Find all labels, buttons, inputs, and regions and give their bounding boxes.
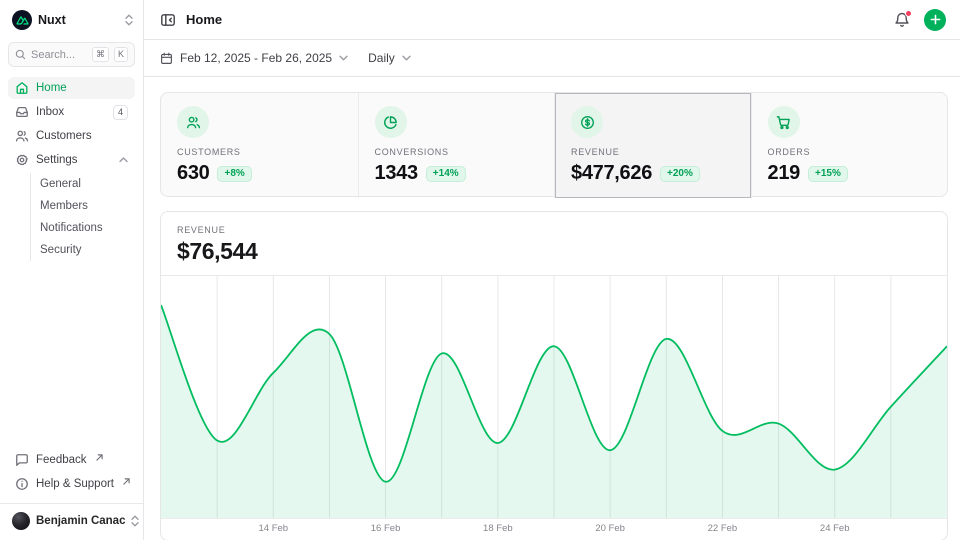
calendar-icon — [160, 52, 173, 65]
dollar-circle-icon — [580, 115, 595, 130]
sidebar-item-notifications[interactable]: Notifications — [31, 217, 135, 239]
period-select[interactable]: Daily — [368, 51, 411, 65]
stat-delta-badge: +20% — [660, 166, 700, 182]
sidebar-footer-links: Feedback Help & Support — [0, 447, 143, 503]
stat-card-customers[interactable]: CUSTOMERS 630 +8% — [161, 93, 358, 198]
sidebar-subitem-label: Members — [40, 200, 88, 212]
external-link-icon — [123, 478, 130, 485]
add-button[interactable] — [924, 9, 946, 31]
stat-value: 219 — [768, 162, 800, 185]
chevron-up-icon — [119, 157, 128, 163]
date-range-picker[interactable]: Feb 12, 2025 - Feb 26, 2025 — [160, 51, 348, 65]
stat-card-conversions[interactable]: CONVERSIONS 1343 +14% — [358, 93, 555, 198]
user-name: Benjamin Canac — [36, 515, 125, 527]
revenue-area-chart[interactable] — [161, 275, 947, 519]
kbd-meta: ⌘ — [92, 47, 109, 62]
inbox-icon — [15, 105, 29, 119]
stat-label: REVENUE — [571, 147, 735, 157]
sidebar-item-home[interactable]: Home — [8, 77, 135, 99]
help-support-link[interactable]: Help & Support — [8, 473, 135, 495]
sidebar-item-inbox[interactable]: Inbox 4 — [8, 101, 135, 123]
help-icon — [15, 477, 29, 491]
page-content: CUSTOMERS 630 +8% CONVERSIONS 1343 +14% — [144, 77, 960, 540]
period-value: Daily — [368, 51, 395, 65]
search-icon — [15, 49, 26, 60]
external-link-icon — [96, 454, 103, 461]
main-area: Home Feb 12, 2025 - Feb 26, 2025 Daily — [144, 0, 960, 540]
chart-svg — [161, 276, 947, 518]
settings-icon — [15, 153, 29, 167]
revenue-chart-card: REVENUE $76,544 14 Feb 16 Feb 18 Feb 20 Feb… — [160, 211, 948, 540]
kbd-k: K — [114, 47, 128, 62]
search-placeholder: Search... — [31, 49, 87, 61]
inbox-count-badge: 4 — [113, 105, 128, 120]
notification-dot — [905, 10, 912, 17]
chevron-up-down-icon — [125, 14, 133, 26]
user-menu[interactable]: Benjamin Canac — [0, 503, 143, 540]
sidebar-item-customers[interactable]: Customers — [8, 125, 135, 147]
page-header: Home — [144, 0, 960, 40]
sidebar-toggle-icon[interactable] — [160, 12, 176, 28]
sidebar-subitem-label: General — [40, 178, 81, 190]
date-range-value: Feb 12, 2025 - Feb 26, 2025 — [180, 51, 332, 65]
page-title: Home — [186, 12, 222, 27]
stat-delta-badge: +8% — [217, 166, 251, 182]
stat-label: CUSTOMERS — [177, 147, 342, 157]
sidebar-item-members[interactable]: Members — [31, 195, 135, 217]
chevron-down-icon — [339, 55, 348, 61]
sidebar-item-settings[interactable]: Settings — [8, 149, 135, 171]
sidebar-item-label: Home — [36, 82, 67, 94]
feedback-icon — [15, 453, 29, 467]
sidebar-item-general[interactable]: General — [31, 173, 135, 195]
chart-metric-label: REVENUE — [177, 225, 931, 235]
stat-card-revenue[interactable]: REVENUE $477,626 +20% — [554, 93, 751, 198]
plus-icon — [930, 14, 941, 25]
stat-value: 1343 — [375, 162, 418, 185]
stats-row: CUSTOMERS 630 +8% CONVERSIONS 1343 +14% — [160, 92, 948, 197]
x-axis-label: 16 Feb — [371, 523, 401, 534]
chevron-down-icon — [402, 55, 411, 61]
stat-delta-badge: +14% — [426, 166, 466, 182]
users-icon — [186, 115, 201, 130]
pie-chart-icon — [383, 115, 398, 130]
sidebar-item-label: Inbox — [36, 106, 64, 118]
search-input[interactable]: Search... ⌘ K — [8, 42, 135, 67]
sidebar: Nuxt Search... ⌘ K Home Inbox 4 — [0, 0, 144, 540]
stat-label: CONVERSIONS — [375, 147, 539, 157]
sidebar-subitem-label: Notifications — [40, 222, 103, 234]
sidebar-item-label: Customers — [36, 130, 92, 142]
x-axis-label: 18 Feb — [483, 523, 513, 534]
stat-delta-badge: +15% — [808, 166, 848, 182]
x-axis-label: 22 Feb — [708, 523, 738, 534]
sidebar-item-security[interactable]: Security — [31, 239, 135, 261]
home-icon — [15, 81, 29, 95]
workspace-name: Nuxt — [38, 13, 119, 27]
x-axis-label: 24 Feb — [820, 523, 850, 534]
stat-value: $477,626 — [571, 162, 652, 185]
sidebar-spacer — [0, 263, 143, 447]
sidebar-nav: Home Inbox 4 Customers Settings Genera — [0, 77, 143, 263]
nuxt-logo-icon — [12, 10, 32, 30]
chart-x-axis: 14 Feb 16 Feb 18 Feb 20 Feb 22 Feb 24 Feb — [161, 519, 947, 540]
chevron-up-down-icon — [131, 515, 139, 527]
x-axis-label: 20 Feb — [595, 523, 625, 534]
chart-metric-value: $76,544 — [177, 238, 931, 265]
workspace-switcher[interactable]: Nuxt — [0, 0, 143, 38]
feedback-link[interactable]: Feedback — [8, 449, 135, 471]
customers-icon — [15, 129, 29, 143]
chart-header: REVENUE $76,544 — [161, 212, 947, 275]
help-support-label: Help & Support — [36, 478, 114, 490]
stat-value: 630 — [177, 162, 209, 185]
cart-icon — [776, 115, 791, 130]
notifications-button[interactable] — [894, 12, 910, 28]
sidebar-subitem-label: Security — [40, 244, 82, 256]
feedback-label: Feedback — [36, 454, 87, 466]
filter-toolbar: Feb 12, 2025 - Feb 26, 2025 Daily — [144, 40, 960, 77]
settings-submenu: General Members Notifications Security — [30, 173, 135, 261]
x-axis-label: 14 Feb — [258, 523, 288, 534]
stat-card-orders[interactable]: ORDERS 219 +15% — [751, 93, 948, 198]
avatar — [12, 512, 30, 530]
sidebar-item-label: Settings — [36, 154, 78, 166]
stat-label: ORDERS — [768, 147, 932, 157]
